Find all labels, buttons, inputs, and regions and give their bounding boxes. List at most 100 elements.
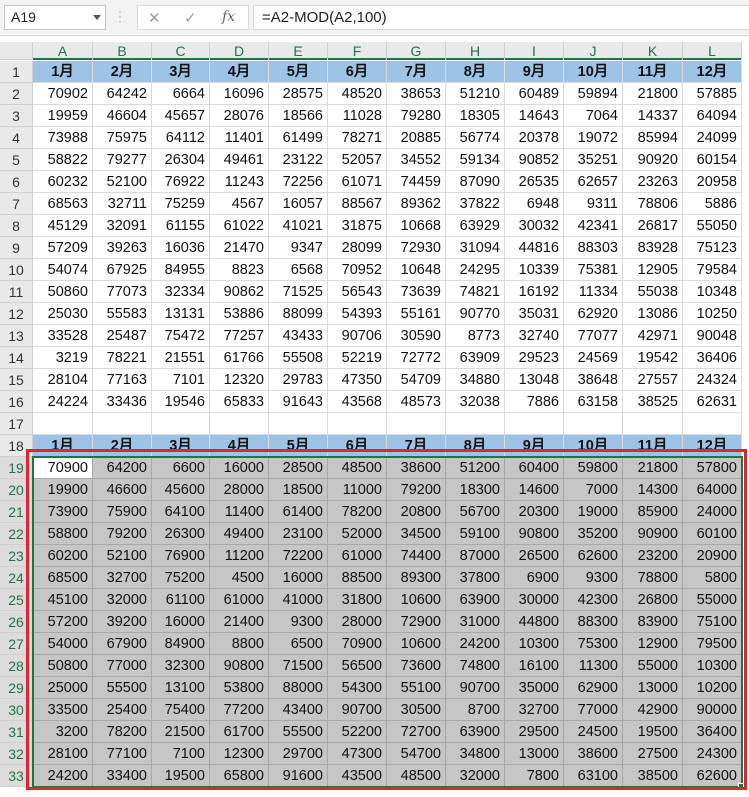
cell-g21[interactable]: 20800 [387,501,446,523]
cell-i31[interactable]: 29500 [505,721,564,743]
cell-k9[interactable]: 83928 [623,237,683,259]
cell-i8[interactable]: 30032 [505,215,564,237]
cell-d19[interactable]: 16000 [210,457,269,479]
formula-input[interactable]: =A2-MOD(A2,100) [253,5,749,30]
cell-b27[interactable]: 67900 [93,633,152,655]
cell-j19[interactable]: 59800 [564,457,623,479]
column-header-l[interactable]: L [683,42,742,60]
cell-k2[interactable]: 21800 [623,83,683,105]
cell-j27[interactable]: 75300 [564,633,623,655]
cell-b15[interactable]: 77163 [93,369,152,391]
cell-l9[interactable]: 75123 [683,237,742,259]
row-header-27[interactable]: 27 [0,633,33,655]
column-header-b[interactable]: B [93,42,152,60]
cell-f11[interactable]: 56543 [328,281,387,303]
cell-f14[interactable]: 52219 [328,347,387,369]
cell-k13[interactable]: 42971 [623,325,683,347]
cell-g13[interactable]: 30590 [387,325,446,347]
cell-k1[interactable]: 11月 [623,61,683,83]
cell-c1[interactable]: 3月 [152,61,210,83]
cell-a32[interactable]: 28100 [33,743,93,765]
cell-l8[interactable]: 55050 [683,215,742,237]
cell-k21[interactable]: 85900 [623,501,683,523]
cell-b10[interactable]: 67925 [93,259,152,281]
cell-k3[interactable]: 14337 [623,105,683,127]
cell-d18[interactable]: 4月 [210,435,269,457]
cell-c6[interactable]: 76922 [152,171,210,193]
cell-e20[interactable]: 18500 [269,479,328,501]
cell-j9[interactable]: 88303 [564,237,623,259]
cell-f24[interactable]: 88500 [328,567,387,589]
cell-a14[interactable]: 3219 [33,347,93,369]
cell-i7[interactable]: 6948 [505,193,564,215]
cell-l18[interactable]: 12月 [683,435,742,457]
cell-b28[interactable]: 77000 [93,655,152,677]
cell-j24[interactable]: 9300 [564,567,623,589]
cell-b1[interactable]: 2月 [93,61,152,83]
cell-b8[interactable]: 32091 [93,215,152,237]
cell-j10[interactable]: 75381 [564,259,623,281]
cell-h4[interactable]: 56774 [446,127,505,149]
cell-i22[interactable]: 90800 [505,523,564,545]
cell-c5[interactable]: 26304 [152,149,210,171]
cell-c8[interactable]: 61155 [152,215,210,237]
cell-h27[interactable]: 24200 [446,633,505,655]
cell-b20[interactable]: 46600 [93,479,152,501]
cell-b29[interactable]: 55500 [93,677,152,699]
cell-j8[interactable]: 42341 [564,215,623,237]
cell-h29[interactable]: 90700 [446,677,505,699]
cell-l31[interactable]: 36400 [683,721,742,743]
cell-a24[interactable]: 68500 [33,567,93,589]
cell-g22[interactable]: 34500 [387,523,446,545]
cell-g9[interactable]: 72930 [387,237,446,259]
cell-l32[interactable]: 24300 [683,743,742,765]
cell-d33[interactable]: 65800 [210,765,269,787]
enter-icon[interactable]: ✓ [184,9,197,27]
row-header-17[interactable]: 17 [0,413,33,435]
cell-a12[interactable]: 25030 [33,303,93,325]
row-header-11[interactable]: 11 [0,281,33,303]
cell-k14[interactable]: 19542 [623,347,683,369]
cell-a28[interactable]: 50800 [33,655,93,677]
cell-k22[interactable]: 90900 [623,523,683,545]
row-header-20[interactable]: 20 [0,479,33,501]
cell-a18[interactable]: 1月 [33,435,93,457]
row-header-3[interactable]: 3 [0,105,33,127]
cell-g24[interactable]: 89300 [387,567,446,589]
cell-c12[interactable]: 13131 [152,303,210,325]
cell-b32[interactable]: 77100 [93,743,152,765]
cell-c3[interactable]: 45657 [152,105,210,127]
cell-e6[interactable]: 72256 [269,171,328,193]
name-box[interactable]: A19 [4,5,106,30]
cell-d32[interactable]: 12300 [210,743,269,765]
cell-f16[interactable]: 43568 [328,391,387,413]
cell-a15[interactable]: 28104 [33,369,93,391]
cell-l10[interactable]: 79584 [683,259,742,281]
cell-j14[interactable]: 24569 [564,347,623,369]
cell-e30[interactable]: 43400 [269,699,328,721]
cell-b2[interactable]: 64242 [93,83,152,105]
cell-l33[interactable]: 62600 [683,765,742,787]
cell-a4[interactable]: 73988 [33,127,93,149]
cell-c13[interactable]: 75472 [152,325,210,347]
cell-b33[interactable]: 33400 [93,765,152,787]
cell-f33[interactable]: 43500 [328,765,387,787]
cell-d17[interactable] [210,413,269,435]
cell-b13[interactable]: 25487 [93,325,152,347]
cell-e23[interactable]: 72200 [269,545,328,567]
cell-f6[interactable]: 61071 [328,171,387,193]
cell-c20[interactable]: 45600 [152,479,210,501]
cell-j16[interactable]: 63158 [564,391,623,413]
cell-d2[interactable]: 16096 [210,83,269,105]
row-header-26[interactable]: 26 [0,611,33,633]
cell-l16[interactable]: 62631 [683,391,742,413]
cell-f19[interactable]: 48500 [328,457,387,479]
cell-c17[interactable] [152,413,210,435]
cell-k28[interactable]: 55000 [623,655,683,677]
cell-d23[interactable]: 11200 [210,545,269,567]
cancel-icon[interactable]: ✕ [148,9,161,27]
cell-g1[interactable]: 7月 [387,61,446,83]
cell-e33[interactable]: 91600 [269,765,328,787]
cell-g19[interactable]: 38600 [387,457,446,479]
chevron-down-icon[interactable] [93,15,101,20]
